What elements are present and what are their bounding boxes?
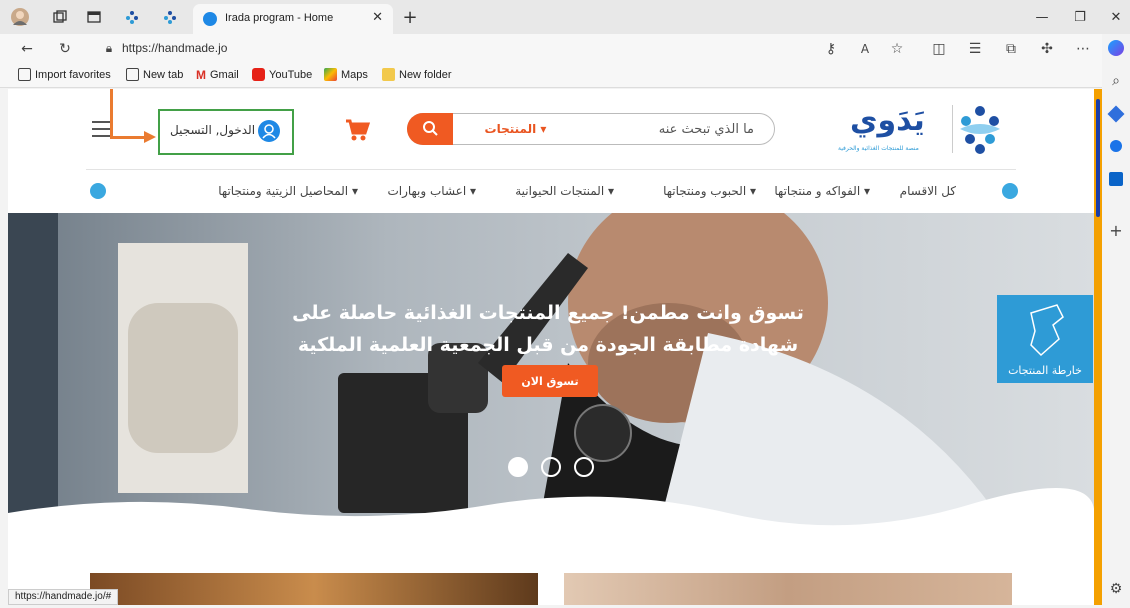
read-aloud-icon[interactable]: A xyxy=(856,40,874,58)
password-key-icon[interactable]: ⚷ xyxy=(822,40,840,58)
split-screen-icon[interactable]: ◫ xyxy=(930,40,948,58)
gmail-icon: M xyxy=(196,68,206,82)
favorite-label: New folder xyxy=(399,68,452,81)
favorite-label: Maps xyxy=(341,68,368,81)
hamburger-menu-icon[interactable] xyxy=(92,121,110,137)
favorite-star-icon[interactable]: ☆ xyxy=(888,40,906,58)
annotation-arrow-head xyxy=(144,131,156,143)
url-text[interactable]: https://handmade.jo xyxy=(122,41,227,55)
favorite-youtube[interactable]: YouTube xyxy=(252,68,312,81)
shop-now-button[interactable]: تسوق الان xyxy=(502,365,598,397)
logo-figures-icon xyxy=(960,106,1000,154)
back-icon[interactable]: ← xyxy=(18,40,36,58)
copilot-icon[interactable] xyxy=(1108,40,1124,56)
favorite-label: New tab xyxy=(143,68,184,81)
login-label: الدخول, التسجيل xyxy=(170,123,256,137)
hero-slider: تسوق وانت مطمن! جميع المنتجات الغذائية ح… xyxy=(8,213,1094,531)
close-tab-icon[interactable]: ✕ xyxy=(372,10,383,25)
cart-icon[interactable] xyxy=(344,117,371,143)
add-sidebar-app-icon[interactable]: + xyxy=(1107,222,1125,240)
scrollbar-thumb[interactable] xyxy=(1096,99,1100,217)
collections-icon[interactable]: ⧉ xyxy=(1002,40,1020,58)
lock-icon[interactable]: 🔒︎ xyxy=(100,39,118,57)
header-divider xyxy=(86,169,1016,170)
search-input[interactable]: ما الذي تبحث عنه xyxy=(659,122,754,137)
new-tab-icon[interactable]: + xyxy=(400,7,420,28)
search-bar: ما الذي تبحث عنه المنتجات ▾ xyxy=(407,113,775,145)
favorite-label: Gmail xyxy=(210,69,239,81)
page-viewport: يَدَوي منصة للمنتجات الغذائية والحرفية م… xyxy=(8,89,1094,605)
favorite-label: YouTube xyxy=(269,68,313,81)
hero-headline-line: تسوق وانت مطمن! جميع المنتجات الغذائية ح… xyxy=(292,302,804,324)
jordan-map-icon xyxy=(1030,304,1064,357)
url-field[interactable]: 🔒︎ https://handmade.jo xyxy=(92,36,832,60)
shopping-tag-icon[interactable] xyxy=(1107,105,1125,123)
products-map-button[interactable]: خارطة المنتجات xyxy=(997,295,1093,383)
favorite-import[interactable]: Import favorites xyxy=(18,68,111,81)
hero-headline: تسوق وانت مطمن! جميع المنتجات الغذائية ح… xyxy=(268,297,828,361)
category-all[interactable]: كل الاقسام xyxy=(900,184,956,198)
youtube-icon xyxy=(252,68,265,81)
user-icon xyxy=(258,120,280,142)
new-tab-page-icon xyxy=(126,68,139,81)
restore-icon[interactable]: ❐ xyxy=(1070,7,1090,27)
annotation-arrow xyxy=(110,89,113,139)
refresh-icon[interactable]: ↻ xyxy=(56,40,74,58)
tab-favicon-icon xyxy=(203,12,217,26)
category-nav: كل الاقسام الفواكه و منتجاتها ▾ الحبوب و… xyxy=(88,181,1018,203)
browser-tab-bar: Irada program - Home ✕ + — ❐ ✕ xyxy=(0,0,1130,34)
logo-text: يَدَوي xyxy=(850,103,925,138)
tab-actions-icon[interactable] xyxy=(84,7,104,27)
page-scrollbar[interactable] xyxy=(1094,89,1102,605)
minimize-icon[interactable]: — xyxy=(1032,7,1052,27)
workspaces-icon[interactable] xyxy=(50,7,70,27)
category-animal-products[interactable]: المنتجات الحيوانية ▾ xyxy=(515,184,614,198)
favorite-maps[interactable]: Maps xyxy=(324,68,368,81)
tab-title: Irada program - Home xyxy=(225,12,334,24)
category-fruits[interactable]: الفواكه و منتجاتها ▾ xyxy=(774,184,870,198)
search-category-select[interactable]: المنتجات ▾ xyxy=(450,113,580,145)
close-window-icon[interactable]: ✕ xyxy=(1106,7,1126,27)
nav-prev-arrow-icon[interactable] xyxy=(90,183,106,199)
search-icon xyxy=(423,121,438,136)
slide-dot[interactable] xyxy=(541,457,561,477)
import-icon xyxy=(18,68,31,81)
hero-headline-line: شهادة مطابقة الجودة من قبل الجمعية العلم… xyxy=(297,334,799,356)
slide-dot[interactable] xyxy=(574,457,594,477)
tools-icon[interactable] xyxy=(1110,140,1122,152)
favorite-label: Import favorites xyxy=(35,68,111,81)
search-button[interactable] xyxy=(407,113,453,145)
slide-dot-active[interactable] xyxy=(508,457,528,477)
outlook-icon[interactable] xyxy=(1109,172,1123,186)
favorite-gmail[interactable]: M Gmail xyxy=(196,68,239,82)
more-menu-icon[interactable]: ⋯ xyxy=(1074,40,1092,58)
products-map-label: خارطة المنتجات xyxy=(1008,364,1082,377)
product-category-card[interactable] xyxy=(564,573,1012,605)
sidebar-settings-icon[interactable]: ⚙ xyxy=(1107,580,1125,598)
profile-avatar-icon[interactable] xyxy=(10,7,30,27)
category-grains[interactable]: الحبوب ومنتجاتها ▾ xyxy=(663,184,756,198)
category-herbs-spices[interactable]: اعشاب وبهارات ▾ xyxy=(387,184,476,198)
favorite-new-tab[interactable]: New tab xyxy=(126,68,183,81)
folder-icon xyxy=(382,68,395,81)
product-category-card[interactable] xyxy=(90,573,538,605)
pinned-tab-favicon-icon[interactable] xyxy=(160,7,180,27)
favorites-list-icon[interactable]: ☰ xyxy=(966,40,984,58)
login-register-link[interactable]: الدخول, التسجيل xyxy=(158,109,294,155)
edge-sidebar: ⌕ + ⚙ xyxy=(1102,34,1130,608)
status-bar-url: https://handmade.jo/# xyxy=(8,589,119,605)
annotation-arrow xyxy=(110,136,146,139)
extensions-icon[interactable]: ✣ xyxy=(1038,40,1056,58)
active-tab[interactable]: Irada program - Home ✕ xyxy=(193,4,393,34)
search-icon[interactable]: ⌕ xyxy=(1107,72,1125,90)
logo-subtitle: منصة للمنتجات الغذائية والحرفية xyxy=(838,145,919,152)
maps-icon xyxy=(324,68,337,81)
category-oil-crops[interactable]: المحاصيل الزيتية ومنتجاتها ▾ xyxy=(218,184,358,198)
address-bar: ← ↻ 🔒︎ https://handmade.jo ⚷ A ☆ ◫ ☰ ⧉ ✣… xyxy=(0,34,1130,64)
favorite-new-folder[interactable]: New folder xyxy=(382,68,452,81)
pinned-tab-favicon-icon[interactable] xyxy=(122,7,142,27)
site-logo[interactable]: يَدَوي منصة للمنتجات الغذائية والحرفية xyxy=(834,99,1014,161)
nav-next-arrow-icon[interactable] xyxy=(1002,183,1018,199)
favorites-bar: Import favorites New tab M Gmail YouTube… xyxy=(0,64,1130,88)
